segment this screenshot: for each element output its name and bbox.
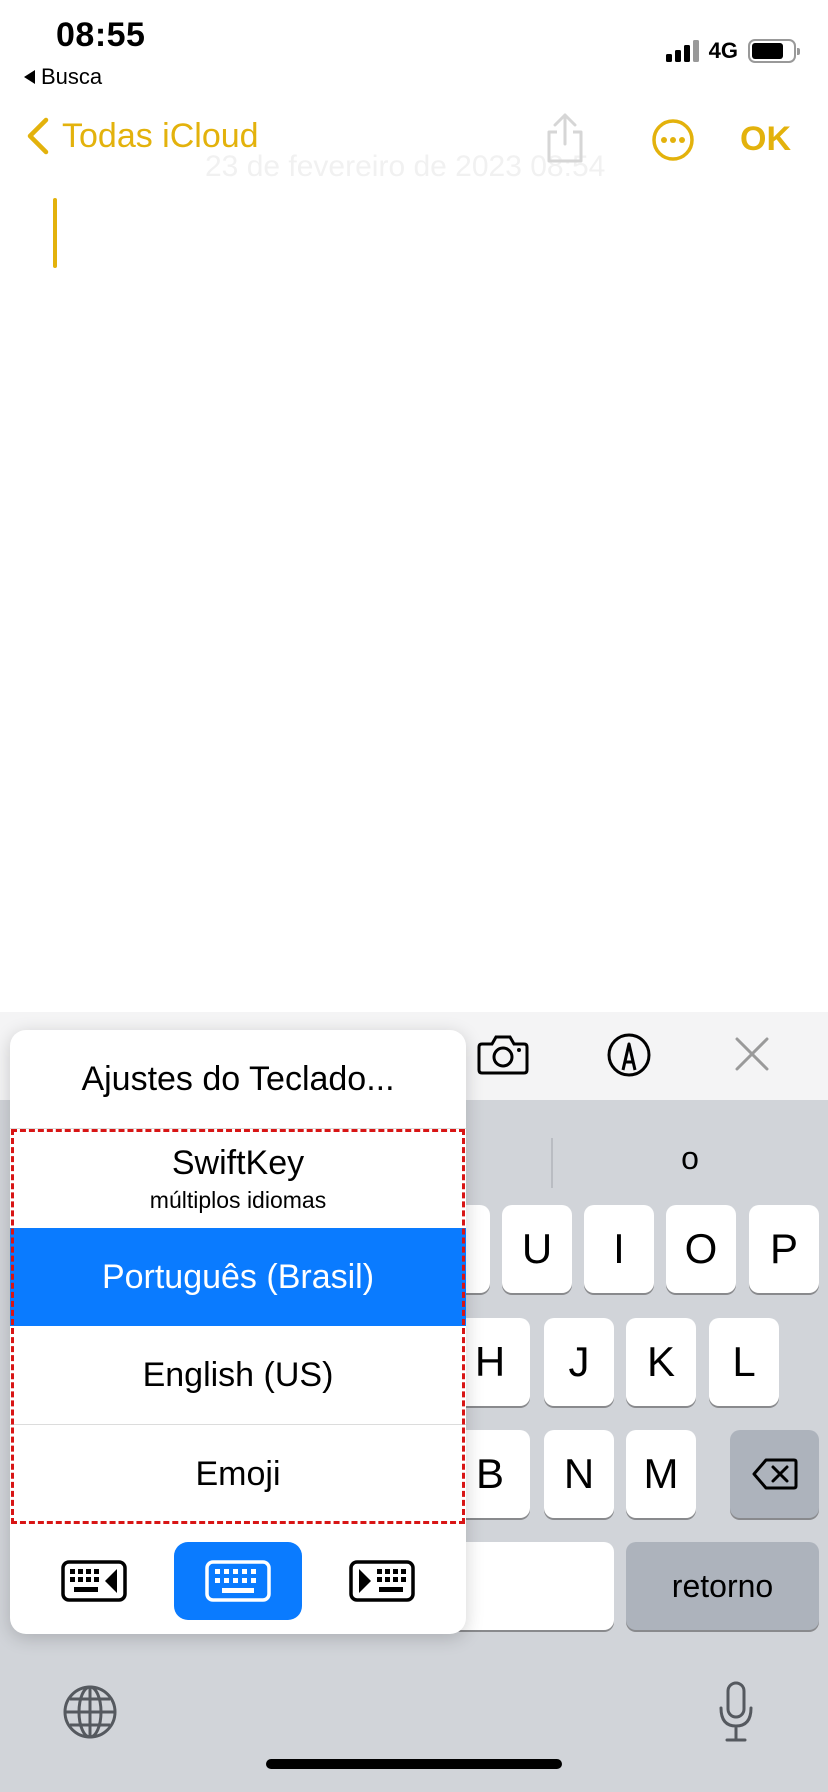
back-to-app[interactable]: Busca bbox=[24, 64, 102, 90]
keyboard-full-icon bbox=[205, 1560, 271, 1602]
battery-icon bbox=[748, 39, 800, 63]
status-indicators: 4G bbox=[665, 38, 800, 64]
keyboard-settings-label: Ajustes do Teclado... bbox=[81, 1059, 395, 1098]
keyboard-option-title: SwiftKey bbox=[171, 1144, 305, 1182]
more-options-icon[interactable] bbox=[651, 118, 695, 162]
key-j[interactable]: J bbox=[544, 1318, 614, 1406]
chevron-left-icon bbox=[27, 117, 49, 155]
prediction-word[interactable]: o bbox=[560, 1140, 820, 1177]
keyboard-option-title: English (US) bbox=[142, 1355, 334, 1394]
key-i[interactable]: I bbox=[584, 1205, 654, 1293]
status-time: 08:55 bbox=[56, 16, 146, 54]
back-app-label: Busca bbox=[41, 64, 103, 89]
network-type: 4G bbox=[708, 38, 738, 63]
ok-button[interactable]: OK bbox=[740, 120, 791, 159]
text-cursor bbox=[53, 198, 57, 268]
key-n[interactable]: N bbox=[544, 1430, 614, 1518]
keyboard-settings-item[interactable]: Ajustes do Teclado... bbox=[10, 1030, 466, 1128]
return-key[interactable]: retorno bbox=[626, 1542, 819, 1630]
delete-key[interactable] bbox=[730, 1430, 819, 1518]
signal-icon bbox=[665, 40, 699, 62]
prediction-divider bbox=[551, 1138, 553, 1188]
backspace-icon bbox=[752, 1458, 797, 1490]
home-indicator[interactable] bbox=[266, 1759, 562, 1769]
keyboard-option-english[interactable]: English (US) bbox=[10, 1326, 466, 1424]
divider bbox=[10, 1128, 466, 1129]
back-triangle-icon bbox=[24, 70, 35, 84]
camera-icon[interactable] bbox=[476, 1032, 530, 1076]
key-o[interactable]: O bbox=[666, 1205, 736, 1293]
microphone-icon[interactable] bbox=[716, 1680, 756, 1744]
keyboard-option-subtitle: múltiplos idiomas bbox=[149, 1187, 327, 1213]
keyboard-switcher-menu: Ajustes do Teclado... SwiftKey múltiplos… bbox=[10, 1030, 466, 1634]
keyboard-option-portuguese[interactable]: Português (Brasil) bbox=[10, 1228, 466, 1326]
key-k[interactable]: K bbox=[626, 1318, 696, 1406]
space-key[interactable] bbox=[450, 1542, 614, 1630]
keyboard-full-button[interactable] bbox=[174, 1542, 302, 1620]
globe-icon[interactable] bbox=[62, 1684, 118, 1740]
keyboard-option-title: Emoji bbox=[195, 1454, 281, 1493]
key-u[interactable]: U bbox=[502, 1205, 572, 1293]
keyboard-option-title: Português (Brasil) bbox=[101, 1257, 375, 1296]
close-icon[interactable] bbox=[734, 1036, 770, 1072]
keyboard-left-icon bbox=[61, 1560, 127, 1602]
keyboard-left-button[interactable] bbox=[30, 1542, 158, 1620]
share-icon[interactable] bbox=[544, 112, 586, 164]
keyboard-option-swiftkey[interactable]: SwiftKey múltiplos idiomas bbox=[10, 1130, 466, 1228]
keyboard-right-button[interactable] bbox=[318, 1542, 446, 1620]
key-l[interactable]: L bbox=[709, 1318, 779, 1406]
keyboard-option-emoji[interactable]: Emoji bbox=[10, 1425, 466, 1523]
keyboard-right-icon bbox=[349, 1560, 415, 1602]
markup-pen-icon[interactable] bbox=[606, 1032, 652, 1078]
key-m[interactable]: M bbox=[626, 1430, 696, 1518]
key-p[interactable]: P bbox=[749, 1205, 819, 1293]
